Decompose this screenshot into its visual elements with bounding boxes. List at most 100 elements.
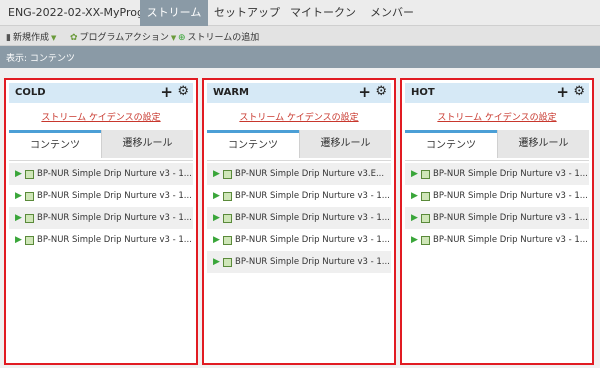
actions-icon: ✿ xyxy=(70,33,78,43)
list-item-label: BP-NUR Simple Drip Nurture v3 - 1... xyxy=(37,235,192,245)
list-item-label: BP-NUR Simple Drip Nurture v3.E... xyxy=(235,169,385,179)
list-item[interactable]: ▶ BP-NUR Simple Drip Nurture v3 - 1... xyxy=(405,207,589,229)
email-icon xyxy=(223,235,232,245)
email-icon xyxy=(223,191,232,201)
stream-title: HOT xyxy=(411,87,435,98)
play-icon: ▶ xyxy=(411,213,418,223)
top-bar: ENG-2022-02-XX-MyProgram ストリーム セットアップ マイ… xyxy=(0,0,600,26)
stream-header: HOT + ⚙ xyxy=(405,83,589,103)
cadence-link[interactable]: ストリーム ケイデンスの設定 xyxy=(6,110,196,123)
list-item-label: BP-NUR Simple Drip Nurture v3 - 1... xyxy=(37,213,192,223)
add-icon[interactable]: + xyxy=(556,83,569,101)
play-icon: ▶ xyxy=(213,213,220,223)
add-stream-label: ストリームの追加 xyxy=(187,33,260,43)
list-item[interactable]: ▶ BP-NUR Simple Drip Nurture v3 - 1... xyxy=(9,229,193,251)
chevron-down-icon: ▼ xyxy=(50,34,57,42)
list-item[interactable]: ▶ BP-NUR Simple Drip Nurture v3 - 1... xyxy=(9,207,193,229)
play-icon: ▶ xyxy=(213,191,220,201)
new-label: 新規作成 xyxy=(12,33,49,43)
stream-cold: COLD + ⚙ ストリーム ケイデンスの設定 コンテンツ 遷移ルール ▶ BP-… xyxy=(4,78,198,365)
tab-setup[interactable]: セットアップ xyxy=(212,0,282,26)
play-icon: ▶ xyxy=(15,235,22,245)
stream-header: WARM + ⚙ xyxy=(207,83,391,103)
email-icon xyxy=(25,213,34,223)
email-icon xyxy=(421,191,430,201)
play-icon: ▶ xyxy=(15,213,22,223)
list-item-label: BP-NUR Simple Drip Nurture v3 - 1... xyxy=(235,257,390,267)
list-item[interactable]: ▶ BP-NUR Simple Drip Nurture v3 - 1... xyxy=(405,185,589,207)
stream-tabs: コンテンツ 遷移ルール xyxy=(207,130,391,158)
toolbar: ▮ 新規作成 ▼ ✿ プログラムアクション ▼ ⊕ ストリームの追加 xyxy=(0,26,600,46)
view-bar: 表示: コンテンツ xyxy=(0,46,600,68)
tab-content[interactable]: コンテンツ xyxy=(9,133,101,158)
list-item-label: BP-NUR Simple Drip Nurture v3 - 1... xyxy=(235,191,390,201)
stream-title: COLD xyxy=(15,87,46,98)
stream-header: COLD + ⚙ xyxy=(9,83,193,103)
stream-tabs: コンテンツ 遷移ルール xyxy=(9,130,193,158)
add-icon[interactable]: + xyxy=(358,83,371,101)
list-item[interactable]: ▶ BP-NUR Simple Drip Nurture v3 - 1... xyxy=(405,163,589,185)
play-icon: ▶ xyxy=(411,169,418,179)
stream-hot: HOT + ⚙ ストリーム ケイデンスの設定 コンテンツ 遷移ルール ▶ BP-N… xyxy=(400,78,594,365)
list-item[interactable]: ▶ BP-NUR Simple Drip Nurture v3 - 1... xyxy=(405,229,589,251)
tab-transition-rules[interactable]: 遷移ルール xyxy=(299,130,391,158)
program-actions-menu[interactable]: ✿ プログラムアクション ▼ xyxy=(70,30,176,43)
list-item[interactable]: ▶ BP-NUR Simple Drip Nurture v3 - 1... xyxy=(207,251,391,273)
new-icon: ▮ xyxy=(6,33,11,43)
list-item-label: BP-NUR Simple Drip Nurture v3 - 1... xyxy=(433,235,588,245)
stream-body: ▶ BP-NUR Simple Drip Nurture v3 - 1... ▶ B… xyxy=(405,160,589,360)
email-icon xyxy=(25,169,34,179)
cadence-link[interactable]: ストリーム ケイデンスの設定 xyxy=(402,110,592,123)
list-item[interactable]: ▶ BP-NUR Simple Drip Nurture v3 - 1... xyxy=(9,185,193,207)
play-icon: ▶ xyxy=(213,169,220,179)
stream-warm: WARM + ⚙ ストリーム ケイデンスの設定 コンテンツ 遷移ルール ▶ BP-… xyxy=(202,78,396,365)
new-menu[interactable]: ▮ 新規作成 ▼ xyxy=(6,30,56,43)
email-icon xyxy=(223,213,232,223)
list-item-label: BP-NUR Simple Drip Nurture v3 - 1... xyxy=(37,169,192,179)
view-selector[interactable]: 表示: コンテンツ xyxy=(6,51,75,64)
tab-content[interactable]: コンテンツ xyxy=(405,133,497,158)
play-icon: ▶ xyxy=(213,257,220,267)
tab-content[interactable]: コンテンツ xyxy=(207,133,299,158)
play-icon: ▶ xyxy=(15,169,22,179)
gear-icon[interactable]: ⚙ xyxy=(573,84,585,99)
tab-transition-rules[interactable]: 遷移ルール xyxy=(101,130,193,158)
add-icon[interactable]: + xyxy=(160,83,173,101)
chevron-down-icon: ▼ xyxy=(170,34,177,42)
cadence-link[interactable]: ストリーム ケイデンスの設定 xyxy=(204,110,394,123)
stream-tabs: コンテンツ 遷移ルール xyxy=(405,130,589,158)
list-item-label: BP-NUR Simple Drip Nurture v3 - 1... xyxy=(433,169,588,179)
email-icon xyxy=(421,235,430,245)
tab-transition-rules[interactable]: 遷移ルール xyxy=(497,130,589,158)
tab-stream[interactable]: ストリーム xyxy=(140,0,208,26)
email-icon xyxy=(421,213,430,223)
add-stream-button[interactable]: ⊕ ストリームの追加 xyxy=(178,30,259,43)
actions-label: プログラムアクション xyxy=(79,33,169,43)
list-item[interactable]: ▶ BP-NUR Simple Drip Nurture v3 - 1... xyxy=(207,185,391,207)
email-icon xyxy=(25,191,34,201)
tab-my-tokens[interactable]: マイトークン xyxy=(288,0,358,26)
list-item-label: BP-NUR Simple Drip Nurture v3 - 1... xyxy=(37,191,192,201)
play-icon: ▶ xyxy=(411,191,418,201)
list-item[interactable]: ▶ BP-NUR Simple Drip Nurture v3.E... xyxy=(207,163,391,185)
add-icon: ⊕ xyxy=(178,33,186,43)
stream-body: ▶ BP-NUR Simple Drip Nurture v3.E... ▶ BP-… xyxy=(207,160,391,360)
list-item[interactable]: ▶ BP-NUR Simple Drip Nurture v3 - 1... xyxy=(9,163,193,185)
stream-body: ▶ BP-NUR Simple Drip Nurture v3 - 1... ▶ B… xyxy=(9,160,193,360)
list-item-label: BP-NUR Simple Drip Nurture v3 - 1... xyxy=(433,213,588,223)
gear-icon[interactable]: ⚙ xyxy=(375,84,387,99)
play-icon: ▶ xyxy=(213,235,220,245)
play-icon: ▶ xyxy=(15,191,22,201)
play-icon: ▶ xyxy=(411,235,418,245)
list-item-label: BP-NUR Simple Drip Nurture v3 - 1... xyxy=(235,235,390,245)
list-item-label: BP-NUR Simple Drip Nurture v3 - 1... xyxy=(235,213,390,223)
email-icon xyxy=(25,235,34,245)
email-icon xyxy=(223,169,232,179)
list-item[interactable]: ▶ BP-NUR Simple Drip Nurture v3 - 1... xyxy=(207,229,391,251)
gear-icon[interactable]: ⚙ xyxy=(177,84,189,99)
email-icon xyxy=(223,257,232,267)
list-item[interactable]: ▶ BP-NUR Simple Drip Nurture v3 - 1... xyxy=(207,207,391,229)
stream-title: WARM xyxy=(213,87,249,98)
email-icon xyxy=(421,169,430,179)
tab-members[interactable]: メンバー xyxy=(364,0,420,26)
